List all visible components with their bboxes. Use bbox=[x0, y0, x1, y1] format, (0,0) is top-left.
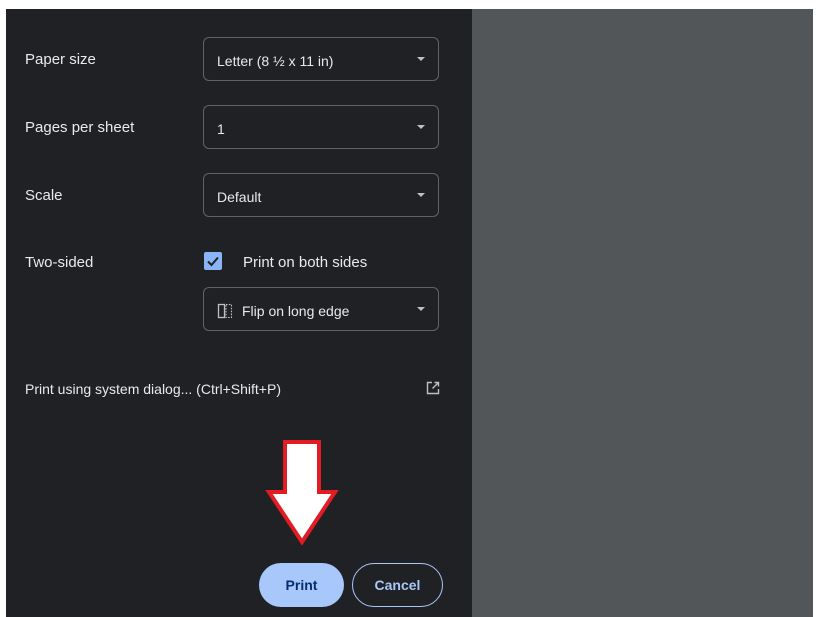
down-arrow-annotation bbox=[265, 440, 339, 546]
print-button[interactable]: Print bbox=[259, 563, 344, 607]
flip-edge-value: Flip on long edge bbox=[242, 303, 350, 319]
print-settings-panel: Paper size Letter (8 ½ x 11 in) Pages pe… bbox=[6, 9, 472, 617]
two-sided-checkbox[interactable] bbox=[204, 252, 222, 270]
system-dialog-link[interactable]: Print using system dialog... (Ctrl+Shift… bbox=[25, 381, 443, 405]
paper-size-label: Paper size bbox=[25, 51, 96, 68]
chevron-down-icon bbox=[417, 307, 425, 311]
print-preview-area bbox=[472, 9, 813, 617]
two-sided-label: Two-sided bbox=[25, 254, 94, 271]
pages-per-sheet-value: 1 bbox=[217, 121, 225, 137]
open-in-new-icon bbox=[426, 381, 440, 398]
paper-size-value: Letter (8 ½ x 11 in) bbox=[217, 53, 334, 69]
system-dialog-label: Print using system dialog... (Ctrl+Shift… bbox=[25, 381, 281, 397]
pages-per-sheet-select[interactable]: 1 bbox=[203, 105, 439, 149]
scale-value: Default bbox=[217, 189, 262, 205]
flip-edge-select[interactable]: Flip on long edge bbox=[203, 287, 439, 331]
chevron-down-icon bbox=[417, 125, 425, 129]
chevron-down-icon bbox=[417, 193, 425, 197]
print-both-sides-label: Print on both sides bbox=[243, 254, 368, 271]
pages-per-sheet-label: Pages per sheet bbox=[25, 119, 135, 136]
chevron-down-icon bbox=[417, 57, 425, 61]
flip-long-edge-icon bbox=[217, 303, 233, 319]
cancel-button[interactable]: Cancel bbox=[352, 563, 443, 607]
paper-size-select[interactable]: Letter (8 ½ x 11 in) bbox=[203, 37, 439, 81]
checkmark-icon bbox=[207, 256, 219, 267]
scale-select[interactable]: Default bbox=[203, 173, 439, 217]
scale-label: Scale bbox=[25, 187, 63, 204]
